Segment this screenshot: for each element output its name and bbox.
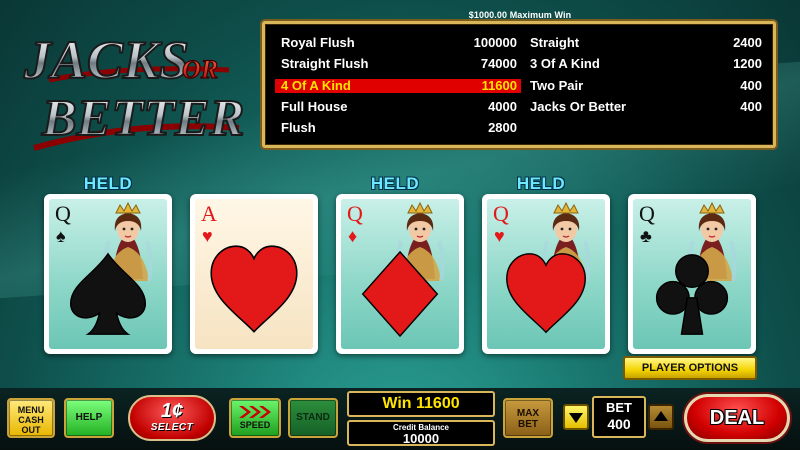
heart-large-icon <box>206 242 302 343</box>
card-face: Q ♣ <box>633 199 751 349</box>
club-icon: ♣ <box>640 226 652 246</box>
playing-card-4[interactable]: Q ♥ <box>482 194 610 354</box>
paytable-row: Flush 2800 <box>275 117 521 138</box>
paytable: Royal Flush 100000 Straight Flush 74000 4 Of… <box>262 21 776 148</box>
held-label-1: HELD <box>83 174 133 193</box>
arrow-down-icon <box>569 413 583 423</box>
help-button[interactable]: HELP <box>64 398 114 438</box>
held-label-3: HELD <box>370 174 420 193</box>
paytable-hand-name: Full House <box>281 98 348 114</box>
playing-card-5[interactable]: Q ♣ <box>628 194 756 354</box>
bet-value: 400 <box>607 416 631 432</box>
playing-card-3[interactable]: Q ♦ <box>336 194 464 354</box>
denomination-value: 1¢ <box>160 400 184 422</box>
paytable-payout: 1200 <box>733 56 762 72</box>
card-rank: Q <box>639 201 655 226</box>
heart-large-icon <box>500 250 592 343</box>
bet-title: BET <box>606 400 632 415</box>
menu-cash-out-button[interactable]: MENU CASH OUT <box>7 398 55 438</box>
paytable-hand-name: 4 Of A Kind <box>281 77 351 93</box>
win-value: 11600 <box>416 395 460 412</box>
paytable-row: 4 Of A Kind 11600 <box>275 77 521 93</box>
card-rank: Q <box>493 201 509 226</box>
held-label-4: HELD <box>516 174 566 193</box>
win-display: Win 11600 <box>347 391 495 417</box>
paytable-payout: 2800 <box>488 120 517 136</box>
paytable-payout: 100000 <box>473 35 517 50</box>
paytable-row: Straight Flush 74000 <box>275 53 521 74</box>
club-large-icon <box>646 250 738 343</box>
speed-button[interactable]: SPEED <box>229 398 281 438</box>
select-label: SELECT <box>150 422 194 433</box>
denomination-select-button[interactable]: 1¢ SELECT <box>128 395 216 441</box>
out-label: OUT <box>21 425 41 435</box>
max-label: MAX <box>516 408 540 419</box>
credit-balance-value: 10000 <box>402 431 440 446</box>
paytable-row: Royal Flush 100000 <box>275 32 521 53</box>
credit-balance-display: Credit Balance 10000 <box>347 420 495 446</box>
paytable-column-left: Royal Flush 100000 Straight Flush 74000 4 Of… <box>275 32 521 139</box>
paytable-payout: 400 <box>740 99 762 115</box>
spade-large-icon <box>62 250 154 343</box>
card-face: A ♥ <box>195 199 313 349</box>
bet-label: BET <box>518 419 538 430</box>
diamond-large-icon <box>354 250 446 343</box>
player-options-button[interactable]: PLAYER OPTIONS <box>623 356 757 380</box>
stand-button[interactable]: STAND <box>288 398 338 438</box>
paytable-hand-name: Jacks Or Better <box>530 99 627 115</box>
speed-chevrons-icon <box>239 406 271 418</box>
spade-icon: ♠ <box>56 226 66 246</box>
bet-increase-button[interactable] <box>648 404 674 430</box>
logo-better-text: BETTER <box>41 90 244 147</box>
paytable-hand-name: Royal Flush <box>281 35 355 50</box>
game-screen: JACKS OR BETTER $1000.00 Maximum Win Roy… <box>0 0 800 450</box>
paytable-hand-name: 3 Of A Kind <box>530 56 600 72</box>
playing-card-1[interactable]: Q ♠ <box>44 194 172 354</box>
paytable-payout: 74000 <box>480 56 517 72</box>
paytable-row: 3 Of A Kind 1200 <box>524 53 766 74</box>
playing-card-2[interactable]: A ♥ <box>190 194 318 354</box>
paytable-row: Two Pair 400 <box>524 75 766 96</box>
paytable-payout: 400 <box>740 77 762 93</box>
card-face: Q ♦ <box>341 199 459 349</box>
paytable-column-right: Straight 2400 3 Of A Kind 1200 Two Pair 400 Ja… <box>524 32 766 118</box>
paytable-hand-name: Two Pair <box>530 77 584 93</box>
paytable-payout: 2400 <box>733 35 762 50</box>
card-rank: A <box>201 201 217 226</box>
paytable-hand-name: Flush <box>281 120 316 136</box>
card-face: Q ♠ <box>49 199 167 349</box>
paytable-hand-name: Straight Flush <box>281 56 369 72</box>
logo-or-text: OR <box>182 55 218 84</box>
paytable-payout: 11600 <box>481 77 517 93</box>
card-rank: Q <box>55 201 71 226</box>
menu-label: MENU <box>17 405 45 415</box>
heart-icon: ♥ <box>494 226 505 246</box>
max-bet-button[interactable]: MAX BET <box>503 398 553 438</box>
paytable-row: Straight 2400 <box>524 32 766 53</box>
card-face: Q ♥ <box>487 199 605 349</box>
cash-label: CASH <box>18 415 44 425</box>
paytable-row: Full House 4000 <box>275 96 521 117</box>
arrow-up-icon <box>654 411 668 421</box>
deal-button[interactable]: DEAL <box>684 394 790 442</box>
paytable-hand-name: Straight <box>530 35 580 50</box>
win-label: Win <box>382 395 412 412</box>
max-win-label: $1000.00 Maximum Win <box>468 10 572 20</box>
card-rank: Q <box>347 201 363 226</box>
bet-decrease-button[interactable] <box>563 404 589 430</box>
bet-display: BET 400 <box>592 396 646 438</box>
paytable-payout: 4000 <box>488 98 517 114</box>
logo-jacks-text: JACKS <box>23 30 189 90</box>
speed-label: SPEED <box>239 420 271 430</box>
diamond-icon: ♦ <box>348 226 358 246</box>
paytable-row: Jacks Or Better 400 <box>524 96 766 117</box>
jacks-or-better-logo: JACKS OR BETTER <box>14 20 246 160</box>
